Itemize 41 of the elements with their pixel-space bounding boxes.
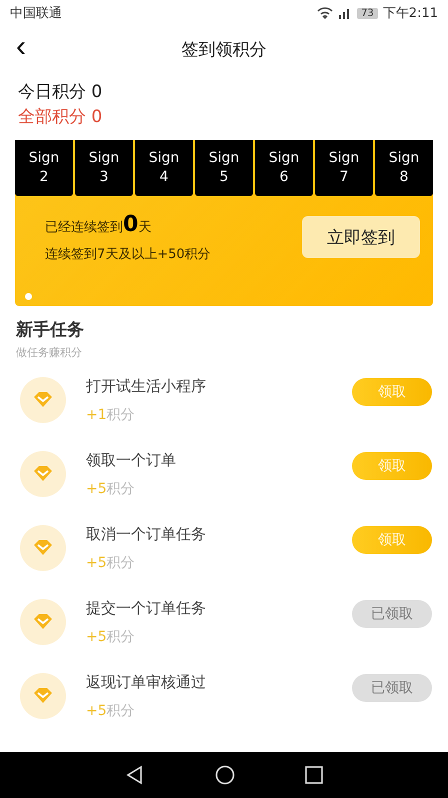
day-number: 5 xyxy=(220,168,228,187)
task-points: +1积分 xyxy=(86,406,136,424)
sign-in-button[interactable]: 立即签到 xyxy=(302,216,420,258)
sign-label: Sign xyxy=(268,149,300,168)
task-title: 领取一个订单 xyxy=(86,450,177,470)
streak-text: 已经连续签到0天 xyxy=(45,212,152,236)
sign-label: Sign xyxy=(88,149,120,168)
task-title: 返现订单审核通过 xyxy=(86,672,207,692)
page-indicator-dot xyxy=(25,293,32,300)
clock-time: 下午2:11 xyxy=(382,5,438,22)
task-points: +5积分 xyxy=(86,554,136,572)
task-points: +5积分 xyxy=(86,628,136,646)
bonus-text: 连续签到7天及以上+50积分 xyxy=(45,246,211,262)
today-points: 今日积分 0 xyxy=(18,81,104,103)
sign-label: Sign xyxy=(208,149,240,168)
home-nav-icon[interactable] xyxy=(215,765,235,785)
task-points: +5积分 xyxy=(86,480,136,498)
section-title: 新手任务 xyxy=(16,319,85,341)
back-nav-icon[interactable] xyxy=(125,765,145,785)
wifi-icon xyxy=(317,7,334,19)
total-points: 全部积分 0 xyxy=(18,106,104,128)
sign-label: Sign xyxy=(328,149,360,168)
sign-label: Sign xyxy=(28,149,60,168)
sign-label: Sign xyxy=(388,149,420,168)
battery-level: 73 xyxy=(357,8,378,18)
task-title: 取消一个订单任务 xyxy=(86,524,207,544)
task-points: +5积分 xyxy=(86,702,136,720)
back-button[interactable]: ‹ xyxy=(12,32,30,62)
recents-nav-icon[interactable] xyxy=(305,766,323,784)
day-number: 4 xyxy=(160,168,168,187)
day-number: 8 xyxy=(400,168,408,187)
day-number: 2 xyxy=(40,168,48,187)
section-subtitle: 做任务赚积分 xyxy=(16,345,83,360)
day-number: 6 xyxy=(280,168,288,187)
sign-label: Sign xyxy=(148,149,180,168)
day-number: 3 xyxy=(100,168,108,187)
task-title: 提交一个订单任务 xyxy=(86,598,207,618)
page-title: 签到领积分 xyxy=(182,38,266,60)
task-title: 打开试生活小程序 xyxy=(86,376,207,396)
carrier-name: 中国联通 xyxy=(10,5,62,22)
day-number: 7 xyxy=(340,168,348,187)
